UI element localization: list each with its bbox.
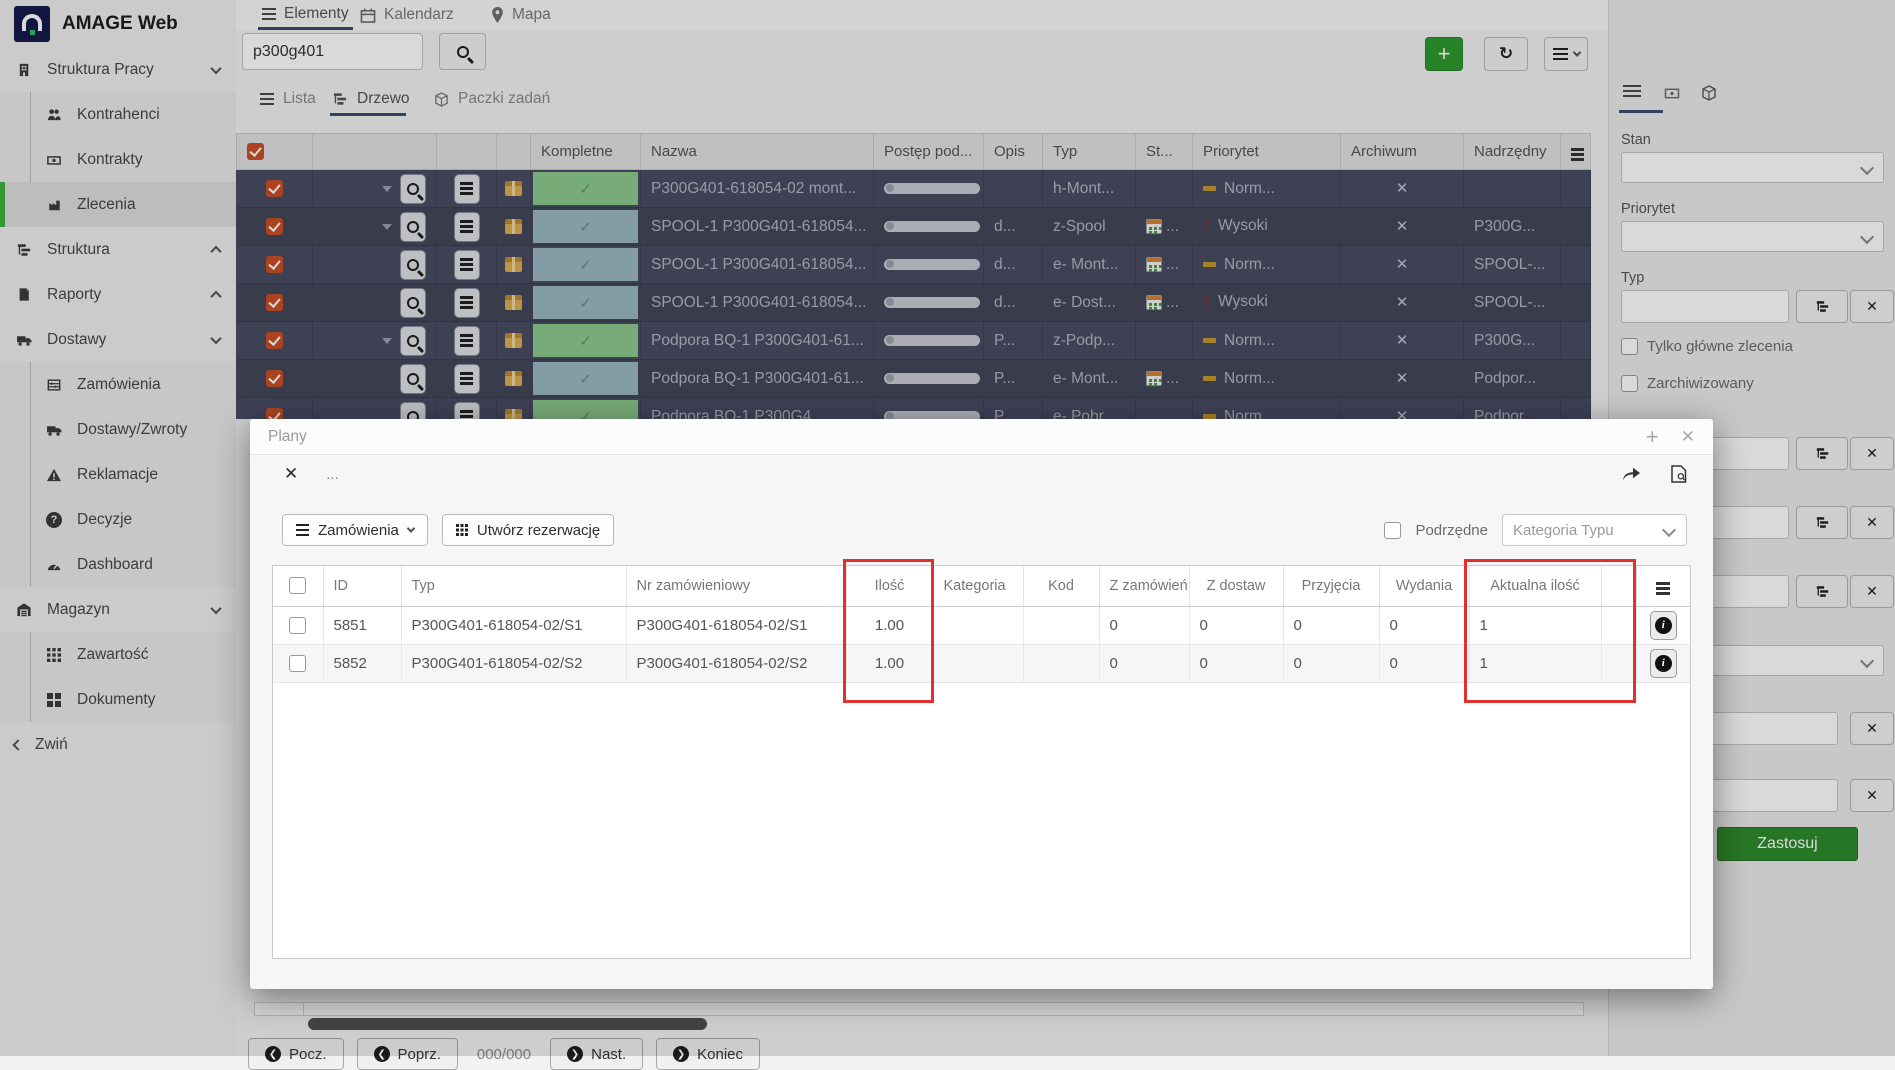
info-button[interactable]: i — [1650, 649, 1677, 678]
plan-id: 5852 — [323, 644, 401, 682]
row-checkbox[interactable] — [289, 655, 306, 672]
plan-z-zamowien: 0 — [1099, 644, 1189, 682]
dialog-tools-row: ✕ ... — [250, 459, 1713, 489]
button-label: Zamówienia — [318, 522, 399, 539]
plan-kategoria — [933, 644, 1023, 682]
plan-przyjecia: 0 — [1283, 606, 1379, 644]
plan-kod — [1023, 644, 1099, 682]
plan-ilosc: 1.00 — [846, 644, 933, 682]
select-all-checkbox[interactable] — [289, 577, 306, 594]
plan-typ: P300G401-618054-02/S1 — [401, 606, 626, 644]
plan-z-dostaw: 0 — [1189, 606, 1283, 644]
col-header-z-dostaw[interactable]: Z dostaw — [1189, 566, 1283, 606]
info-button[interactable]: i — [1650, 611, 1677, 640]
plans-header-row: ID Typ Nr zamówieniowy Ilość Kategoria K… — [273, 566, 1690, 606]
plan-wydania: 0 — [1379, 606, 1469, 644]
plan-id: 5851 — [323, 606, 401, 644]
selection-info: ... — [326, 466, 339, 483]
plan-ilosc: 1.00 — [846, 606, 933, 644]
info-icon: i — [1655, 655, 1672, 672]
col-header-nr[interactable]: Nr zamówieniowy — [626, 566, 846, 606]
plany-dialog: Plany + ✕ ✕ ... Zamówienia Utwórz rezerw… — [250, 419, 1713, 989]
maximize-icon[interactable]: + — [1646, 424, 1659, 450]
zamowienia-dropdown-button[interactable]: Zamówienia — [282, 514, 428, 546]
plan-wydania: 0 — [1379, 644, 1469, 682]
dialog-titlebar: Plany + ✕ — [250, 419, 1713, 455]
plan-przyjecia: 0 — [1283, 644, 1379, 682]
plan-aktualna: 1 — [1469, 606, 1601, 644]
close-dialog-icon[interactable]: ✕ — [1681, 427, 1695, 447]
col-header-przyjecia[interactable]: Przyjęcia — [1283, 566, 1379, 606]
col-header-id[interactable]: ID — [323, 566, 401, 606]
col-header-wydania[interactable]: Wydania — [1379, 566, 1469, 606]
plan-row[interactable]: 5851 P300G401-618054-02/S1 P300G401-6180… — [273, 606, 1690, 644]
select-value: Kategoria Typu — [1513, 522, 1614, 539]
plan-kod — [1023, 606, 1099, 644]
dialog-title: Plany — [268, 428, 1646, 446]
export-document-icon[interactable] — [1671, 465, 1687, 483]
close-selection-button[interactable]: ✕ — [284, 464, 298, 484]
grid-dots-icon — [456, 524, 468, 536]
plan-nr: P300G401-618054-02/S2 — [626, 644, 846, 682]
plan-aktualna: 1 — [1469, 644, 1601, 682]
plan-z-zamowien: 0 — [1099, 606, 1189, 644]
col-header-kod[interactable]: Kod — [1023, 566, 1099, 606]
podrzedne-checkbox[interactable] — [1384, 522, 1401, 539]
podrzedne-label: Podrzędne — [1415, 522, 1488, 539]
kategoria-typu-select[interactable]: Kategoria Typu — [1502, 514, 1687, 546]
hamburger-icon — [296, 529, 309, 532]
share-icon[interactable] — [1622, 466, 1641, 482]
hamburger-icon — [1656, 587, 1670, 590]
row-checkbox[interactable] — [289, 617, 306, 634]
col-header-kategoria[interactable]: Kategoria — [933, 566, 1023, 606]
plan-nr: P300G401-618054-02/S1 — [626, 606, 846, 644]
button-label: Utwórz rezerwację — [477, 522, 600, 539]
info-icon: i — [1655, 617, 1672, 634]
chevron-down-icon — [407, 524, 415, 532]
plan-row[interactable]: 5852 P300G401-618054-02/S2 P300G401-6180… — [273, 644, 1690, 682]
plan-typ: P300G401-618054-02/S2 — [401, 644, 626, 682]
create-reservation-button[interactable]: Utwórz rezerwację — [442, 514, 614, 546]
plan-z-dostaw: 0 — [1189, 644, 1283, 682]
col-header-z-zamowien[interactable]: Z zamówień — [1099, 566, 1189, 606]
columns-menu-button[interactable] — [1636, 566, 1690, 606]
col-header-aktualna[interactable]: Aktualna ilość — [1469, 566, 1601, 606]
dialog-toolbar: Zamówienia Utwórz rezerwację Podrzędne K… — [250, 513, 1713, 547]
col-header-typ[interactable]: Typ — [401, 566, 626, 606]
plan-kategoria — [933, 606, 1023, 644]
col-header-ilosc[interactable]: Ilość — [846, 566, 933, 606]
plans-table: ID Typ Nr zamówieniowy Ilość Kategoria K… — [272, 565, 1691, 959]
